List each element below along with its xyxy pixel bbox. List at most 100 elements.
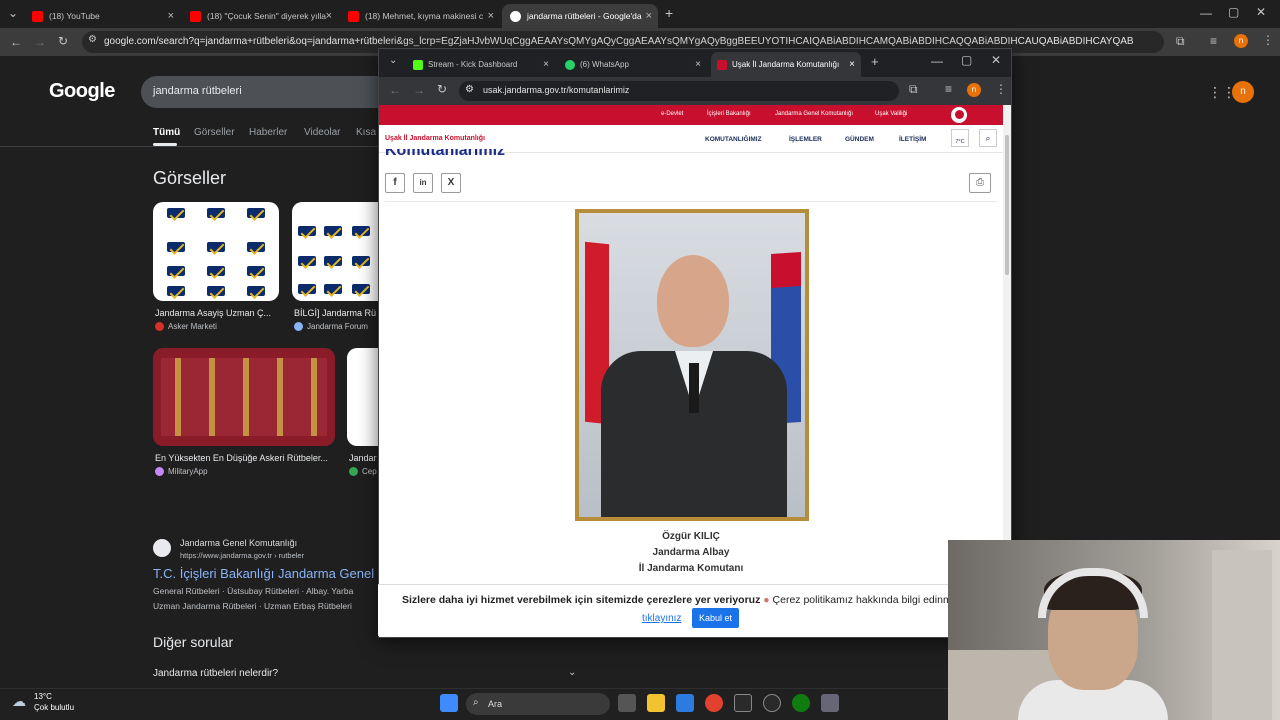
image-source[interactable]: MilitaryApp: [155, 467, 208, 476]
close-window-icon[interactable]: ✕: [1256, 5, 1266, 19]
result-title-link[interactable]: T.C. İçişleri Bakanlığı Jandarma Genel: [153, 566, 374, 581]
commander-role: İl Jandarma Komutanı: [638, 563, 744, 574]
image-caption[interactable]: En Yüksekten En Düşüğe Askeri Rütbeler..…: [155, 453, 335, 463]
close-icon[interactable]: ×: [168, 10, 174, 22]
link-e-devlet[interactable]: e-Devlet: [661, 111, 683, 117]
close-window-icon[interactable]: ✕: [991, 53, 1001, 67]
image-caption[interactable]: Jandar: [349, 453, 378, 463]
menu-icon[interactable]: ⋮: [1262, 33, 1274, 47]
close-icon[interactable]: ×: [646, 10, 652, 22]
close-icon[interactable]: ×: [326, 10, 332, 22]
tab-haberler[interactable]: Haberler: [249, 127, 287, 138]
settings-icon[interactable]: [821, 694, 839, 712]
profile-avatar[interactable]: n: [967, 83, 981, 97]
tab-gorseller[interactable]: Görseller: [194, 127, 235, 138]
print-icon[interactable]: ⎙: [969, 173, 991, 193]
google-logo[interactable]: Google: [49, 80, 115, 103]
search-icon: ⌕: [473, 697, 479, 708]
new-tab-icon[interactable]: +: [665, 5, 673, 21]
cookie-accept-button[interactable]: Kabul et: [692, 608, 740, 628]
top-link-bar: e-Devlet İçişleri Bakanlığı Jandarma Gen…: [379, 105, 1003, 125]
nav-iletisim[interactable]: İLETİŞİM: [899, 136, 926, 143]
nav-gundem[interactable]: GÜNDEM: [845, 136, 874, 143]
facebook-icon[interactable]: f: [385, 173, 405, 193]
maximize-icon[interactable]: ▢: [1228, 5, 1239, 19]
app-icon[interactable]: [734, 694, 752, 712]
question-item[interactable]: Jandarma rütbeleri nelerdir?: [153, 668, 278, 679]
tab-search-icon[interactable]: ⌄: [8, 6, 18, 20]
maximize-icon[interactable]: ▢: [961, 53, 972, 67]
window-address-bar[interactable]: ⚙ usak.jandarma.gov.tr/komutanlarimiz: [459, 81, 899, 101]
site-info-icon[interactable]: ⚙: [88, 34, 97, 45]
chrome-icon[interactable]: [705, 694, 723, 712]
store-icon[interactable]: [676, 694, 694, 712]
extensions-icon[interactable]: ⧉: [1176, 34, 1185, 49]
steam-icon[interactable]: [763, 694, 781, 712]
link-jandarma-genel[interactable]: Jandarma Genel Komutanlığı: [775, 111, 853, 117]
image-source[interactable]: Jandarma Forum: [294, 322, 368, 331]
window-tab-kick[interactable]: Stream - Kick Dashboard ×: [407, 52, 555, 77]
tab-videolar[interactable]: Videolar: [304, 127, 341, 138]
image-source[interactable]: Asker Marketi: [155, 322, 217, 331]
linkedin-icon[interactable]: in: [413, 173, 433, 193]
chevron-down-icon[interactable]: ⌄: [568, 667, 576, 678]
forward-icon[interactable]: →: [413, 83, 425, 97]
result-site-name[interactable]: Jandarma Genel Komutanlığı: [180, 538, 297, 548]
forward-icon[interactable]: →: [34, 35, 46, 49]
site-name[interactable]: Uşak İl Jandarma Komutanlığı: [385, 135, 485, 142]
nav-komutanligimiz[interactable]: KOMUTANLIĞIMIZ: [705, 136, 762, 143]
taskbar-search[interactable]: ⌕ Ara: [466, 693, 610, 715]
xbox-icon[interactable]: [792, 694, 810, 712]
result-url[interactable]: https://www.jandarma.gov.tr › rutbeler: [180, 551, 304, 560]
cookie-policy-link[interactable]: tıklayınız: [642, 613, 681, 624]
search-query: jandarma rütbeleri: [153, 85, 242, 97]
window-tab-jandarma[interactable]: Uşak İl Jandarma Komutanlığı ×: [711, 52, 861, 77]
jandarma-page: e-Devlet İçişleri Bakanlığı Jandarma Gen…: [379, 105, 1003, 637]
windows-start-icon[interactable]: [440, 694, 458, 712]
link-usak-valiligi[interactable]: Uşak Valiliği: [875, 111, 907, 117]
image-result-4[interactable]: [347, 348, 378, 446]
back-icon[interactable]: ←: [389, 83, 401, 97]
close-icon[interactable]: ×: [488, 10, 494, 22]
reload-icon[interactable]: ↻: [437, 82, 447, 96]
site-search-icon[interactable]: ⌕: [979, 129, 997, 147]
tab-search-icon[interactable]: ⌄: [389, 55, 397, 66]
x-twitter-icon[interactable]: X: [441, 173, 461, 193]
extensions-icon[interactable]: ⧉: [909, 82, 918, 97]
media-icon[interactable]: ≡: [1210, 34, 1217, 48]
close-icon[interactable]: ×: [849, 59, 855, 70]
new-tab-icon[interactable]: +: [871, 54, 879, 69]
site-info-icon[interactable]: ⚙: [465, 84, 474, 95]
profile-avatar[interactable]: n: [1234, 34, 1248, 48]
youtube-icon: [190, 10, 201, 22]
back-icon[interactable]: ←: [10, 35, 22, 49]
window-tab-whatsapp[interactable]: (6) WhatsApp ×: [559, 52, 707, 77]
outer-tab-google[interactable]: jandarma rütbeleri - Google'da ×: [502, 4, 658, 28]
image-caption[interactable]: BİLGİ] Jandarma Rü: [294, 308, 378, 318]
minimize-icon[interactable]: —: [931, 54, 943, 68]
image-source[interactable]: Cep: [349, 467, 378, 476]
account-avatar[interactable]: n: [1232, 81, 1254, 103]
close-icon[interactable]: ×: [695, 59, 701, 70]
nav-islemler[interactable]: İŞLEMLER: [789, 136, 822, 143]
outer-tab-video-1[interactable]: (18) "Çocuk Senin" diyerek yılla ×: [182, 4, 338, 28]
outer-tab-youtube[interactable]: (18) YouTube ×: [24, 4, 180, 28]
image-result-2[interactable]: [292, 202, 378, 301]
whatsapp-icon: [565, 59, 575, 70]
image-result-1[interactable]: [153, 202, 279, 301]
reload-icon[interactable]: ↻: [58, 34, 68, 48]
tab-kisa[interactable]: Kısa: [356, 127, 376, 138]
image-result-3[interactable]: [153, 348, 335, 446]
outer-tab-video-2[interactable]: (18) Mehmet, kıyma makinesi c ×: [340, 4, 500, 28]
minimize-icon[interactable]: —: [1200, 6, 1212, 20]
menu-icon[interactable]: ⋮: [995, 82, 1007, 96]
media-icon[interactable]: ≡: [945, 82, 952, 96]
weather-widget[interactable]: 7°C: [951, 129, 969, 147]
task-view-icon[interactable]: [618, 694, 636, 712]
google-search-box[interactable]: jandarma rütbeleri: [141, 76, 401, 108]
image-caption[interactable]: Jandarma Asayiş Uzman Ç...: [155, 308, 277, 318]
tab-tumu[interactable]: Tümü: [153, 127, 180, 138]
link-icisleri[interactable]: İçişleri Bakanlığı: [707, 111, 751, 117]
file-explorer-icon[interactable]: [647, 694, 665, 712]
close-icon[interactable]: ×: [543, 59, 549, 70]
